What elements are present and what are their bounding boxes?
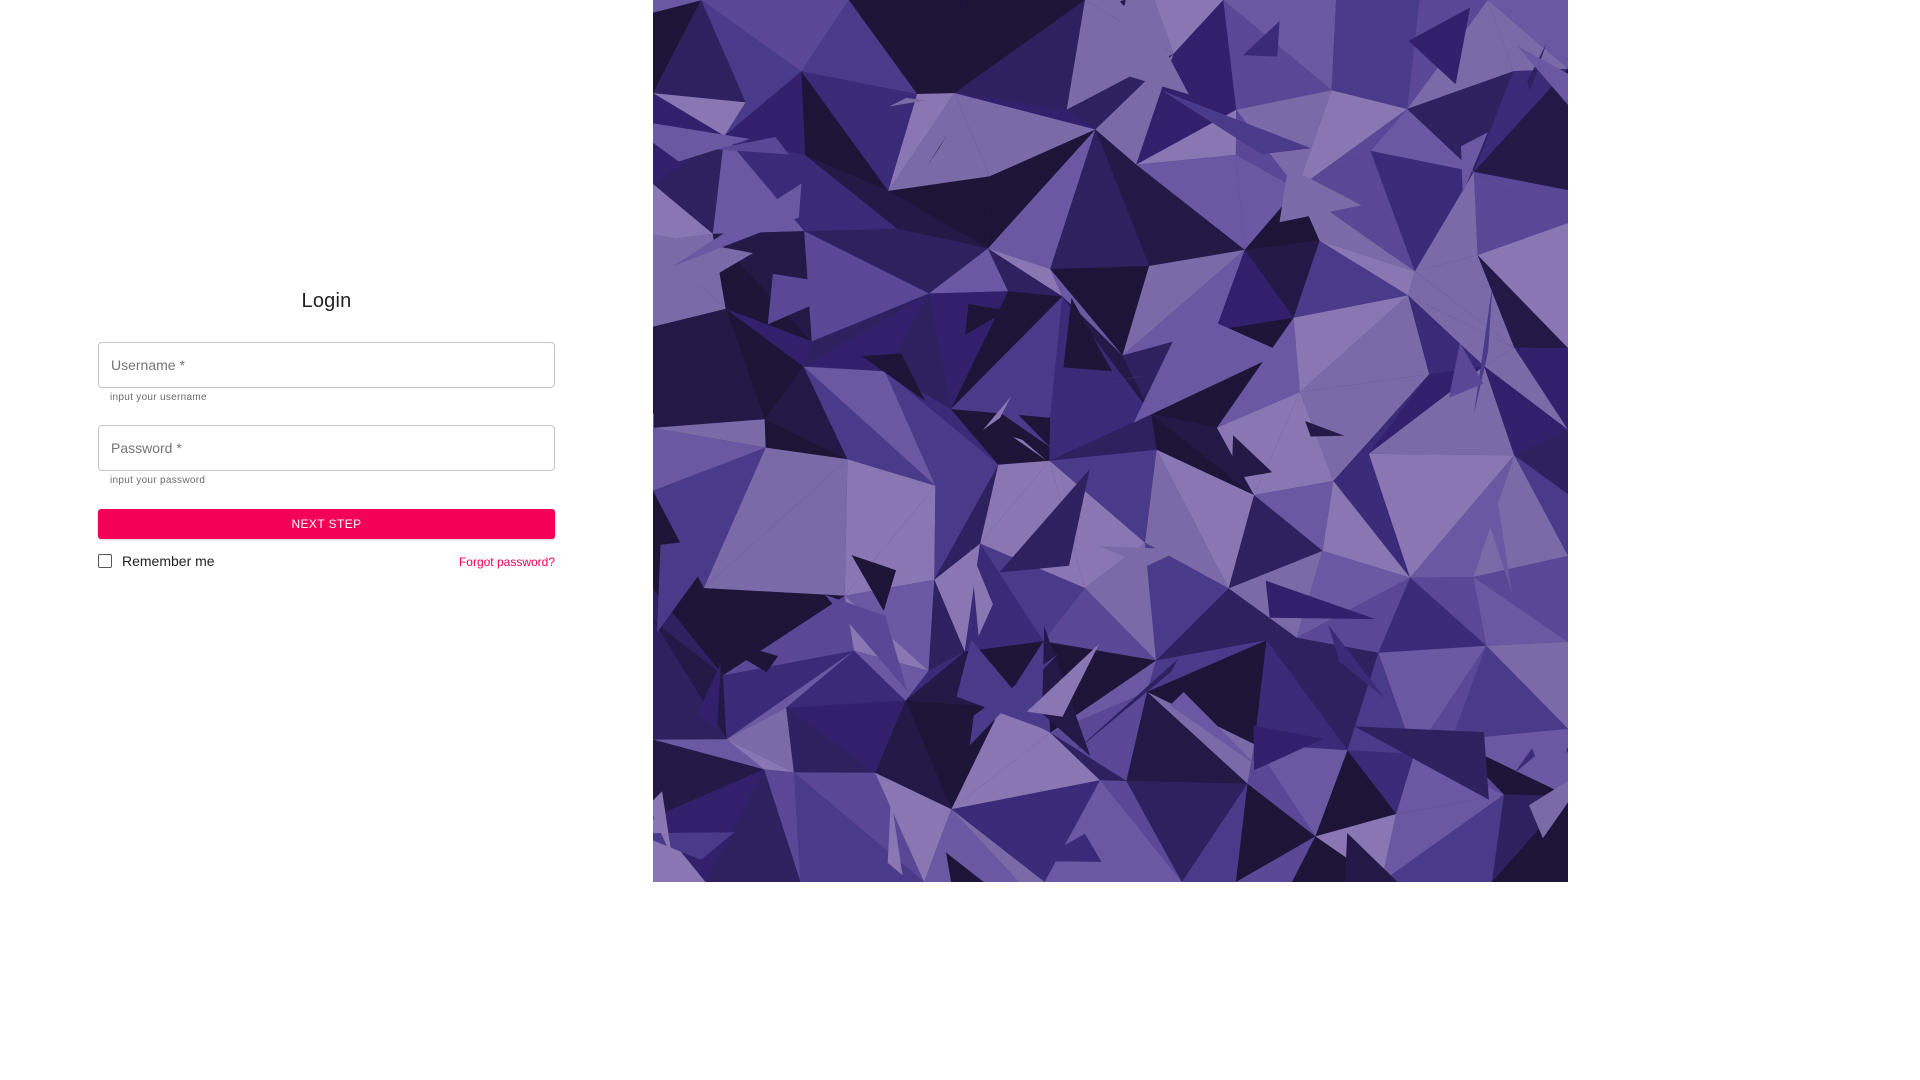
forgot-password-link[interactable]: Forgot password? xyxy=(459,555,555,569)
password-helper-text: input your password xyxy=(110,475,206,486)
login-page: Login input your username input your pas… xyxy=(0,0,1568,882)
password-field-group: input your password xyxy=(98,425,555,486)
username-field-box[interactable] xyxy=(98,342,555,388)
remember-me-label: Remember me xyxy=(122,553,215,569)
password-input[interactable] xyxy=(111,440,542,456)
password-field-box[interactable] xyxy=(98,425,555,471)
remember-me-checkbox[interactable]: Remember me xyxy=(98,553,215,569)
background-art xyxy=(653,0,1568,882)
lion-art-image xyxy=(653,0,1568,882)
login-panel: Login input your username input your pas… xyxy=(0,0,653,882)
username-input[interactable] xyxy=(111,357,542,373)
next-step-button[interactable]: NEXT STEP xyxy=(98,509,555,539)
page-title: Login xyxy=(301,290,352,312)
username-helper-text: input your username xyxy=(110,392,207,403)
username-field-group: input your username xyxy=(98,342,555,403)
checkbox-icon[interactable] xyxy=(98,554,112,568)
